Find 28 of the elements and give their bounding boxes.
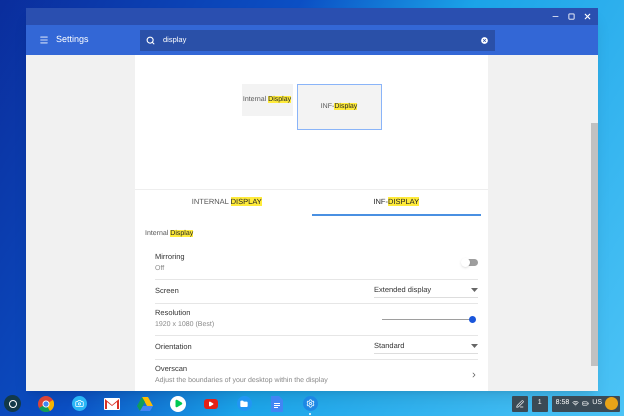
camera-icon[interactable] xyxy=(72,396,86,411)
mail-icon[interactable] xyxy=(104,398,120,410)
app-title: Settings xyxy=(56,33,90,46)
folder-icon[interactable] xyxy=(236,396,252,411)
menu-icon[interactable] xyxy=(39,35,49,45)
maximize-icon[interactable] xyxy=(568,13,575,20)
clear-icon[interactable] xyxy=(480,36,489,44)
slider-thumb[interactable] xyxy=(468,316,476,322)
chevron-right-icon[interactable] xyxy=(470,371,478,379)
video-icon[interactable] xyxy=(204,398,218,408)
caret-icon xyxy=(471,288,478,292)
document-icon[interactable] xyxy=(271,396,283,412)
stylus-button[interactable] xyxy=(512,396,528,412)
close-icon[interactable] xyxy=(583,12,592,21)
launcher-button[interactable] xyxy=(4,395,21,412)
play-icon[interactable] xyxy=(170,396,186,412)
toggle-switch[interactable] xyxy=(462,259,478,266)
triangle-icon[interactable] xyxy=(137,396,153,410)
avatar-icon[interactable] xyxy=(605,397,618,410)
settings-icon[interactable] xyxy=(302,396,318,411)
active-indicator xyxy=(309,412,311,414)
scrollbar[interactable] xyxy=(591,123,598,366)
browser-icon[interactable] xyxy=(38,396,54,412)
pen-icon xyxy=(516,400,524,408)
search-icon xyxy=(146,36,155,44)
caret-icon xyxy=(471,344,478,348)
wifi-icon xyxy=(572,400,580,407)
battery-icon xyxy=(582,400,590,407)
